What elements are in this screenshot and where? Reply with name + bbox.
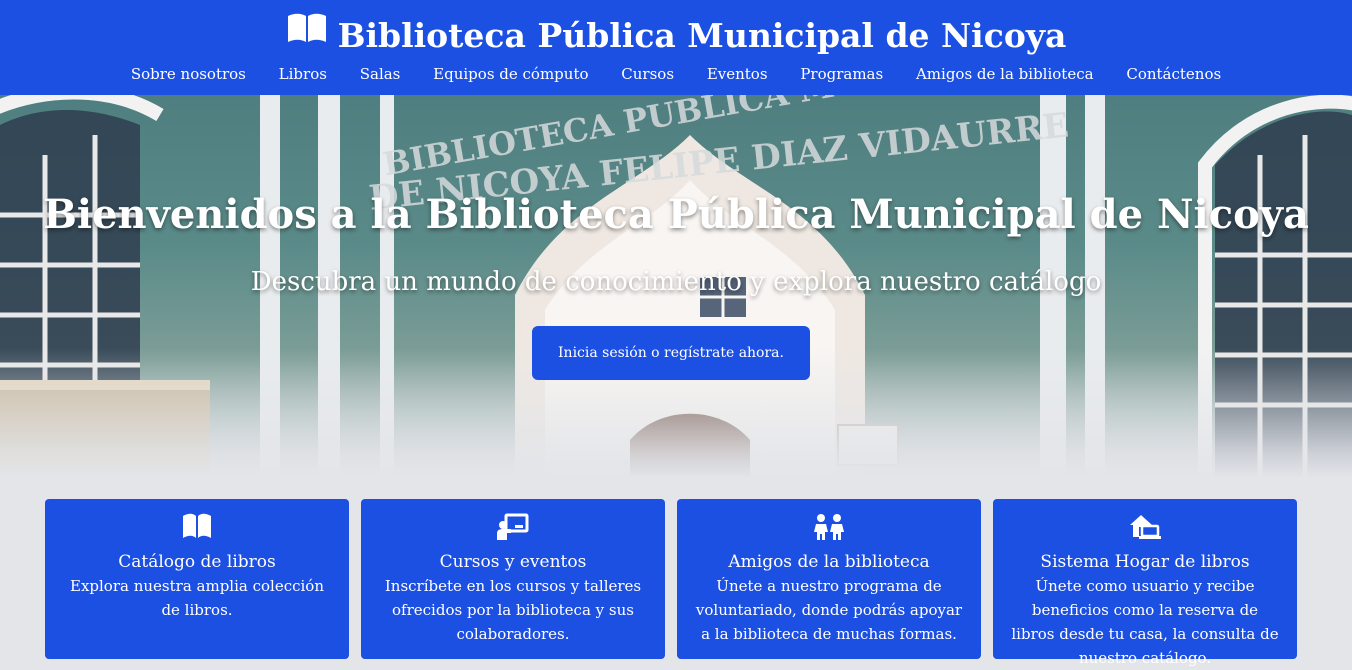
card-text: Inscríbete en los cursos y talleres ofre… <box>384 577 642 643</box>
nav-salas[interactable]: Salas <box>360 62 401 86</box>
open-book-icon <box>286 9 328 57</box>
card-text: Únete a nuestro programa de voluntariado… <box>695 577 963 643</box>
nav-contactenos[interactable]: Contáctenos <box>1126 62 1221 86</box>
site-header: Biblioteca Pública Municipal de Nicoya S… <box>0 0 1352 95</box>
card-title: Sistema Hogar de libros <box>1040 552 1250 572</box>
card-text: Explora nuestra amplia colección de libr… <box>70 577 324 619</box>
card-title: Amigos de la biblioteca <box>728 552 930 572</box>
nav-equipos-de-computo[interactable]: Equipos de cómputo <box>433 62 588 86</box>
main-nav: Sobre nosotros Libros Salas Equipos de c… <box>0 62 1352 86</box>
card-amigos[interactable]: Amigos de la biblioteca Únete a nuestro … <box>677 499 981 659</box>
children-icon <box>677 513 981 543</box>
site-brand[interactable]: Biblioteca Pública Municipal de Nicoya <box>0 10 1352 60</box>
card-text: Únete como usuario y recibe beneficios c… <box>1011 577 1279 667</box>
nav-cursos[interactable]: Cursos <box>621 62 674 86</box>
hero-title: Bienvenidos a la Biblioteca Pública Muni… <box>43 191 1309 238</box>
nav-amigos-de-la-biblioteca[interactable]: Amigos de la biblioteca <box>916 62 1094 86</box>
hero-subtitle: Descubra un mundo de conocimiento y expl… <box>250 267 1102 297</box>
nav-libros[interactable]: Libros <box>279 62 327 86</box>
site-title: Biblioteca Pública Municipal de Nicoya <box>337 16 1067 55</box>
house-laptop-icon <box>993 513 1297 543</box>
nav-sobre-nosotros[interactable]: Sobre nosotros <box>131 62 246 86</box>
card-hogar-libros[interactable]: Sistema Hogar de libros Únete como usuar… <box>993 499 1297 667</box>
card-title: Cursos y eventos <box>439 552 587 572</box>
card-title: Catálogo de libros <box>118 552 276 572</box>
nav-programas[interactable]: Programas <box>800 62 883 86</box>
login-register-button[interactable]: Inicia sesión o regístrate ahora. <box>532 326 810 380</box>
book-icon <box>45 513 349 543</box>
card-catalogo[interactable]: Catálogo de libros Explora nuestra ampli… <box>45 499 349 659</box>
hero-banner: BIBLIOTECA PUBLICA MUNICIPAL DE NICOYA F… <box>0 95 1352 478</box>
nav-eventos[interactable]: Eventos <box>707 62 768 86</box>
card-cursos-eventos[interactable]: Cursos y eventos Inscríbete en los curso… <box>361 499 665 659</box>
chalkboard-teacher-icon <box>361 513 665 543</box>
